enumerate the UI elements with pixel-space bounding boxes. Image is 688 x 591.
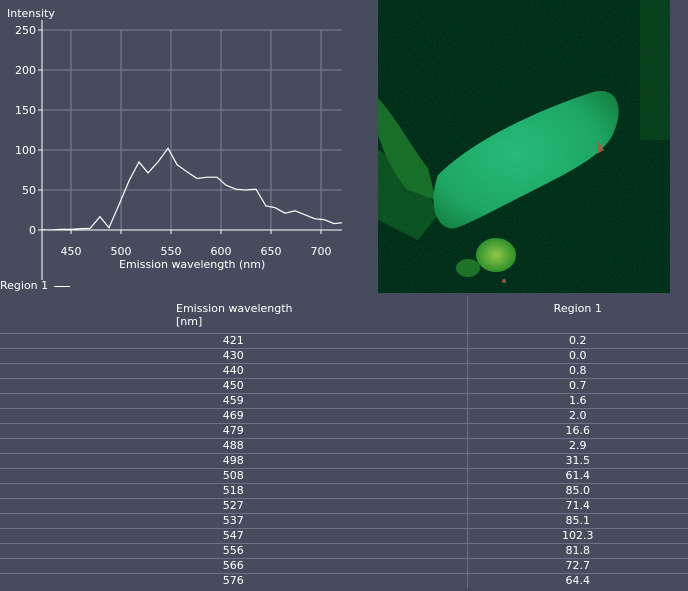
cell-region1: 85.1: [466, 512, 688, 528]
cell-wavelength: 450: [0, 377, 467, 393]
x-tick-label: 550: [161, 245, 182, 258]
legend-line-swatch: [54, 285, 71, 287]
cell-wavelength: 479: [0, 422, 467, 438]
table-row[interactable]: 479 16.6: [0, 422, 688, 438]
cell-wavelength: 469: [0, 407, 467, 423]
data-table: Emission wavelength [nm] Region 1 421 0.2…: [0, 296, 688, 588]
column-header-wavelength-line1: Emission wavelength: [176, 302, 293, 315]
y-tick-label: 150: [15, 104, 36, 117]
table-row[interactable]: 527 71.4: [0, 497, 688, 513]
table-row[interactable]: 450 0.7: [0, 377, 688, 393]
series-line-region-1: [41, 147, 343, 231]
cell-region1: 85.0: [466, 482, 688, 498]
x-tick-label: 600: [211, 245, 232, 258]
cell-region1: 31.5: [466, 452, 688, 468]
cell-wavelength: 566: [0, 557, 467, 573]
table-row[interactable]: 518 85.0: [0, 482, 688, 498]
cell-region1: 0.0: [466, 347, 688, 363]
column-header-wavelength-line2: [nm]: [176, 315, 203, 328]
column-header-region1[interactable]: Region 1: [466, 296, 688, 333]
spectrum-chart-svg: 0 50 100 150 200 250 450 500 550 600 650 700: [15, 20, 343, 280]
cell-wavelength: 518: [0, 482, 467, 498]
table-row[interactable]: 547 102.3: [0, 527, 688, 543]
table-row[interactable]: 508 61.4: [0, 467, 688, 483]
x-axis-title: Emission wavelength (nm): [119, 258, 266, 271]
x-tick-label: 700: [311, 245, 332, 258]
cell-region1: 71.4: [466, 497, 688, 513]
table-row[interactable]: 440 0.8: [0, 362, 688, 378]
y-tick-label: 200: [15, 64, 36, 77]
table-row[interactable]: 556 81.8: [0, 542, 688, 558]
y-tick-label: 250: [15, 24, 36, 37]
cell-wavelength: 440: [0, 362, 467, 378]
legend-label: Region 1: [0, 279, 49, 292]
table-row[interactable]: 430 0.0: [0, 347, 688, 363]
cell-region1: 72.7: [466, 557, 688, 573]
chart-legend: Region 1: [0, 279, 71, 292]
table-row[interactable]: 421 0.2: [0, 332, 688, 348]
cell-region1: 61.4: [466, 467, 688, 483]
fluorescence-micrograph: [378, 0, 670, 293]
cell-wavelength: 547: [0, 527, 467, 543]
x-tick-label: 450: [61, 245, 82, 258]
y-tick-label: 100: [15, 144, 36, 157]
cell-region1: 2.0: [466, 407, 688, 423]
table-row[interactable]: 537 85.1: [0, 512, 688, 528]
table-row[interactable]: 566 72.7: [0, 557, 688, 573]
cell-region1: 2.9: [466, 437, 688, 453]
table-row[interactable]: 576 64.4: [0, 572, 688, 588]
spectrum-table: Emission wavelength [nm] Region 1 421 0.2…: [0, 296, 688, 591]
cell-wavelength: 488: [0, 437, 467, 453]
table-header-row: Emission wavelength [nm] Region 1: [0, 296, 688, 333]
cell-region1: 0.8: [466, 362, 688, 378]
column-header-wavelength[interactable]: Emission wavelength [nm]: [0, 296, 467, 333]
cell-region1: 81.8: [466, 542, 688, 558]
y-axis-title: Intensity: [7, 7, 55, 20]
cell-wavelength: 537: [0, 512, 467, 528]
table-row[interactable]: 488 2.9: [0, 437, 688, 453]
spectrum-chart: 0 50 100 150 200 250 450 500 550 600 650 700 Intens…: [0, 0, 350, 292]
cell-wavelength: 576: [0, 572, 467, 588]
cell-region1: 16.6: [466, 422, 688, 438]
micrograph-image: [378, 0, 670, 293]
cell-region1: 1.6: [466, 392, 688, 408]
table-row[interactable]: 498 31.5: [0, 452, 688, 468]
cell-region1: 0.2: [466, 332, 688, 348]
x-tick-label: 650: [261, 245, 282, 258]
x-tick-label: 500: [111, 245, 132, 258]
cell-wavelength: 508: [0, 467, 467, 483]
cell-region1: 64.4: [466, 572, 688, 588]
cell-wavelength: 527: [0, 497, 467, 513]
y-tick-label: 0: [29, 224, 36, 237]
cell-wavelength: 421: [0, 332, 467, 348]
table-row[interactable]: 459 1.6: [0, 392, 688, 408]
cell-wavelength: 459: [0, 392, 467, 408]
cell-wavelength: 498: [0, 452, 467, 468]
cell-wavelength: 556: [0, 542, 467, 558]
y-tick-label: 50: [22, 184, 36, 197]
cell-wavelength: 430: [0, 347, 467, 363]
cell-region1: 0.7: [466, 377, 688, 393]
cell-region1: 102.3: [466, 527, 688, 543]
table-row[interactable]: 469 2.0: [0, 407, 688, 423]
